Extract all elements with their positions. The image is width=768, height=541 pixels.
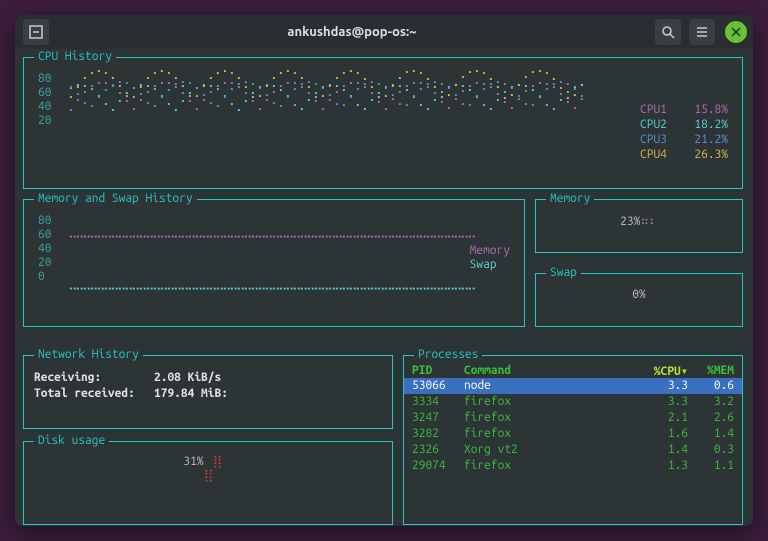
- memory-meter-value: 23%⠶⠆: [536, 214, 742, 228]
- mem-chart: ⠒⠒⠒⠒⠒⠒⠒⠒⠒⠒⠒⠒⠒⠒⠒⠒⠒⠒⠒⠒⠒⠒⠒⠒⠒⠒⠒⠒⠒⠒⠒⠒⠒⠒⠒⠒⠒⠒⠒⠒…: [68, 214, 468, 294]
- mem-yaxis: 80 60 40 20 0: [38, 214, 51, 284]
- table-row[interactable]: 3282firefox1.61.4: [404, 426, 742, 442]
- terminal-window: ankushdas@pop-os:~ CPU History 80 60 40 …: [15, 15, 753, 526]
- memory-swap-title: Memory and Swap History: [34, 192, 197, 205]
- cpu-legend: CPU115.8% CPU218.2% CPU321.2% CPU426.3%: [640, 102, 728, 162]
- table-row[interactable]: 3247firefox2.12.6: [404, 410, 742, 426]
- swap-meter-value: 0%: [536, 288, 742, 301]
- disk-usage-panel: Disk usage 31% ⢸⡇⠀⢸⡇: [23, 441, 393, 525]
- close-button[interactable]: [725, 21, 747, 43]
- new-tab-button[interactable]: [23, 19, 49, 45]
- swap-meter-title: Swap: [546, 266, 581, 279]
- disk-usage-body: 31% ⢸⡇⠀⢸⡇: [24, 454, 392, 482]
- disk-usage-title: Disk usage: [34, 434, 109, 447]
- swap-meter-panel: Swap 0%: [535, 273, 743, 327]
- table-row[interactable]: 3334firefox3.33.2: [404, 394, 742, 410]
- memory-meter-title: Memory: [546, 192, 594, 205]
- processes-table[interactable]: PID Command %CPU▾ %MEM 53066node3.30.633…: [404, 364, 742, 474]
- memory-meter-panel: Memory 23%⠶⠆: [535, 199, 743, 253]
- hamburger-menu-button[interactable]: [689, 19, 715, 45]
- window-title: ankushdas@pop-os:~: [51, 25, 653, 39]
- table-row[interactable]: 53066node3.30.6: [404, 378, 742, 394]
- network-body: Receiving:2.08 KiB/s Total received:179.…: [34, 370, 228, 402]
- processes-title: Processes: [414, 348, 482, 361]
- cpu-yaxis: 80 60 40 20: [38, 72, 51, 128]
- search-button[interactable]: [655, 19, 681, 45]
- terminal-body[interactable]: CPU History 80 60 40 20 ⠄⠄⠄⠄⠄⠄⠄⠄⠄⠄⠄⠄⠄⠄⠄⠄…: [15, 49, 753, 526]
- memory-swap-history-panel: Memory and Swap History 80 60 40 20 0 ⠒⠒…: [23, 199, 525, 327]
- col-cpu-sorted[interactable]: %CPU▾: [632, 364, 688, 378]
- cpu-history-panel: CPU History 80 60 40 20 ⠄⠄⠄⠄⠄⠄⠄⠄⠄⠄⠄⠄⠄⠄⠄⠄…: [23, 57, 743, 189]
- table-row[interactable]: 2326Xorg vt21.40.3: [404, 442, 742, 458]
- mem-legend: Memory Swap: [470, 244, 510, 272]
- cpu-chart: ⠄⠄⠄⠄⠄⠄⠄⠄⠄⠄⠄⠄⠄⠄⠄⠄⠄⠄⠄⠄⠄⠄⠄⠄⠄⠄⠄⠄⠄⠄⠄⠄⠄⠄⠄⠄⠄⠄⠄⠄…: [68, 72, 588, 152]
- col-command[interactable]: Command: [464, 364, 632, 378]
- col-mem[interactable]: %MEM: [688, 364, 734, 378]
- col-pid[interactable]: PID: [412, 364, 464, 378]
- network-title: Network History: [34, 348, 143, 361]
- processes-header[interactable]: PID Command %CPU▾ %MEM: [404, 364, 742, 378]
- processes-panel: Processes PID Command %CPU▾ %MEM 53066no…: [403, 355, 743, 525]
- network-history-panel: Network History Receiving:2.08 KiB/s Tot…: [23, 355, 393, 429]
- titlebar: ankushdas@pop-os:~: [15, 15, 753, 49]
- table-row[interactable]: 29074firefox1.31.1: [404, 458, 742, 474]
